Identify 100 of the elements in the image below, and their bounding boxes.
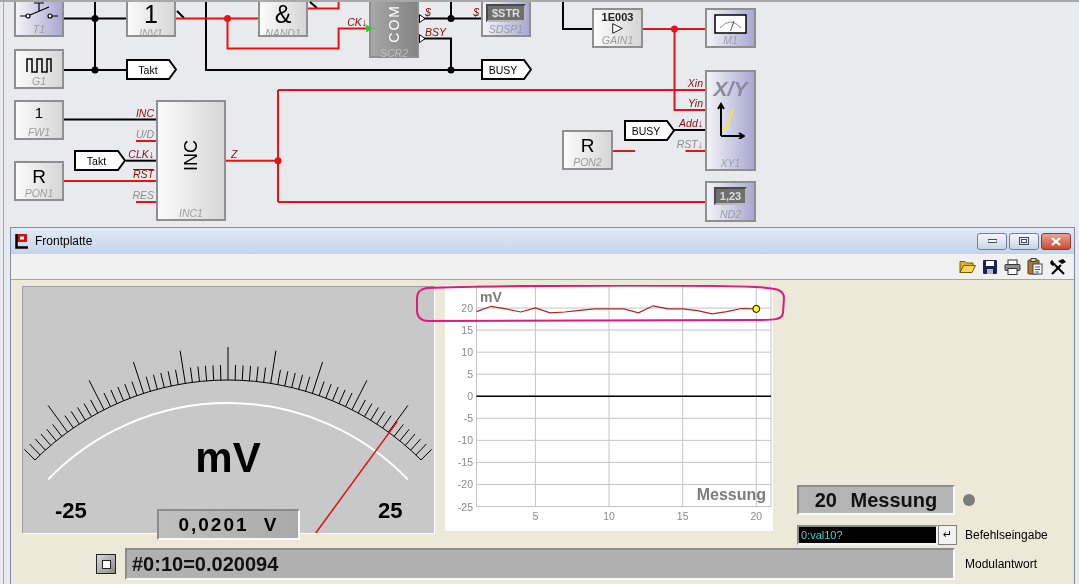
x-tick-label: 20 (750, 510, 763, 522)
close-button[interactable] (1041, 232, 1071, 250)
window-title: Frontplatte (35, 234, 93, 248)
maximize-icon (1019, 237, 1029, 245)
pin-label: INC (135, 108, 154, 119)
panel-button[interactable] (96, 554, 116, 574)
save-icon[interactable] (982, 258, 998, 275)
triangle-icon (610, 23, 625, 34)
counter-display: 20 Messung (797, 485, 955, 515)
block-label: XY1 (720, 157, 741, 169)
signal-wire (673, 129, 706, 131)
pin-label: Add↓ (679, 118, 703, 129)
x-tick-label: 5 (532, 510, 539, 522)
signal-wire (562, 1, 593, 30)
display-readout: 1,23 (713, 187, 748, 205)
pin-label: U/D (135, 129, 154, 140)
block-label: SDSP1 (488, 23, 524, 35)
pin-label: Xin (687, 78, 703, 89)
app-logo-icon (14, 233, 30, 249)
y-tick-label: -20 (457, 478, 473, 491)
point-marker-icon (752, 304, 761, 313)
junction-dot-icon (91, 15, 99, 23)
junction-dot-icon (274, 157, 282, 165)
block-label: ND2 (720, 208, 741, 220)
junction-dot-icon (671, 25, 678, 33)
block-label: PON1 (24, 187, 54, 199)
signal-wire (135, 201, 157, 203)
field-label: Modulantwort (965, 557, 1038, 571)
block-symbol: INC (182, 140, 200, 171)
junction-dot-icon (447, 66, 455, 74)
block-label: PON2 (573, 156, 602, 168)
block-symbol: X/Y (713, 78, 748, 99)
pin-label: Yin (688, 98, 703, 109)
y-tick-label: -15 (457, 456, 473, 469)
signal-tag: BUSY (481, 59, 532, 80)
pin-label: RST↓ (676, 139, 703, 150)
maximize-button[interactable] (1009, 232, 1039, 250)
y-tick-label: -25 (457, 500, 473, 513)
junction-dot-icon (447, 15, 455, 23)
block-symbol: & (274, 2, 292, 27)
square-icon (101, 559, 111, 569)
block-label: GAIN1 (601, 34, 634, 46)
block-symbol: COM (387, 4, 401, 43)
scale-min-label: -25 (55, 499, 87, 523)
y-tick-label: 5 (467, 368, 473, 381)
y-tick-label: -10 (457, 434, 473, 447)
y-tick-label: 15 (461, 324, 473, 337)
signal-wire (612, 150, 636, 152)
block-symbol: 1 (34, 105, 44, 120)
pin-label: $ (425, 6, 431, 18)
signal-tag: Takt (126, 59, 177, 80)
junction-dot-icon (91, 66, 99, 74)
clipboard-icon[interactable] (1027, 258, 1043, 275)
display-readout: $STR (485, 4, 527, 22)
minimize-button[interactable] (977, 232, 1007, 250)
pin-label: BSY (425, 26, 446, 38)
close-icon (1051, 236, 1061, 246)
block-label: M1 (723, 34, 738, 46)
y-tick-label: 10 (461, 346, 473, 359)
tools-icon[interactable] (1049, 257, 1067, 276)
block-symbol: R (32, 167, 46, 186)
response-field: #0:10=0.020094 (125, 548, 955, 580)
minimize-icon (987, 239, 997, 243)
y-tick-label: -5 (463, 412, 473, 425)
command-field[interactable]: 0:val10? (797, 525, 938, 545)
pin-label: $ (473, 6, 479, 18)
folder-icon[interactable] (959, 259, 976, 274)
field-label: Befehlseingabe (965, 528, 1048, 542)
pin-label: RST (133, 169, 154, 180)
printer-icon[interactable] (1004, 258, 1021, 275)
meter-unit: mV (195, 437, 261, 479)
y-tick-label: 0 (467, 390, 473, 403)
enter-button[interactable]: ↵ (938, 525, 957, 545)
block-label: INC1 (179, 207, 203, 219)
pin-label: Z (231, 148, 238, 160)
pin-label: CLK↓ (128, 148, 154, 160)
block-symbol: R (580, 136, 595, 155)
x-axis-label: Messung (696, 486, 766, 503)
block-label: T1 (32, 23, 46, 35)
pin-arrow-icon (366, 24, 373, 33)
xy-graph-icon (716, 101, 745, 139)
block-label: G1 (32, 75, 46, 87)
signal-tag: BUSY (624, 120, 675, 141)
junction-dot-icon (224, 15, 231, 23)
y-axis-label: mV (480, 289, 502, 305)
y-tick-label: 20 (461, 302, 473, 315)
meter-icon (714, 14, 747, 34)
pin-label: RES (132, 190, 154, 201)
block-symbol: 1 (144, 2, 158, 27)
block-symbol: 1E003 (601, 12, 634, 23)
square-wave-icon (26, 58, 52, 73)
pin-label: CK↓ (347, 16, 367, 28)
scale-max-label: 25 (378, 499, 403, 523)
signal-wire (684, 150, 706, 152)
signal-wire (135, 140, 157, 142)
x-tick-label: 10 (603, 510, 615, 522)
x-tick-label: 15 (676, 510, 689, 522)
signal-wire (125, 159, 157, 162)
meter-readout: 0,0201 V (157, 509, 300, 540)
block-label: FW1 (27, 126, 51, 138)
